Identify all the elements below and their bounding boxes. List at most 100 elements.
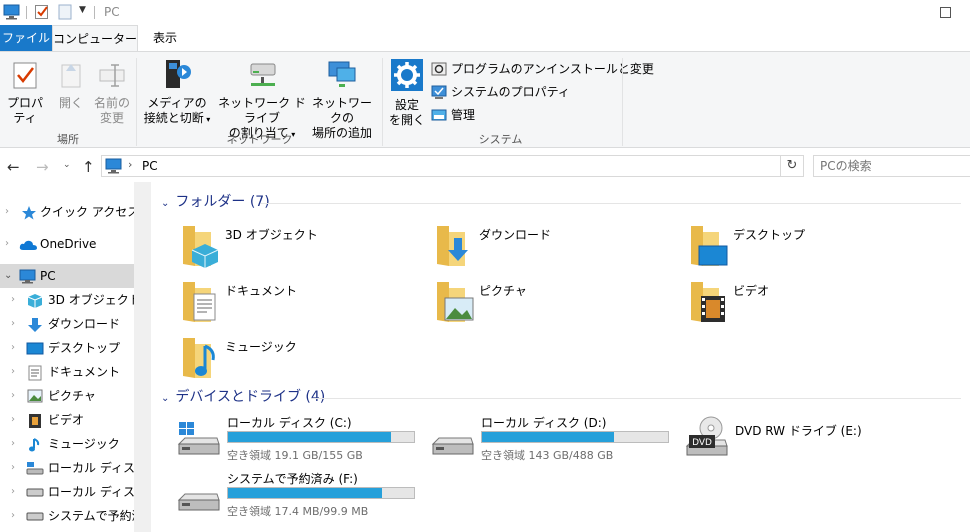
hard-drive-icon (431, 437, 474, 455)
download-arrow-icon (28, 318, 42, 332)
nav-item-local-disk-c[interactable]: › ローカル ディスク (C (0, 456, 134, 480)
nav-item-pictures[interactable]: › ピクチャ (0, 384, 134, 408)
navigation-pane: › クイック アクセス › OneDrive ⌄ PC › 3D オブジェクト … (0, 182, 134, 532)
ribbon: プロパティ 開く 名前の 変更 場所 メディアの 接続と切断 ▾ ネットワーク … (0, 51, 970, 148)
expand-chevron-icon[interactable]: › (11, 432, 15, 456)
expand-chevron-icon[interactable]: › (11, 360, 15, 384)
computer-icon[interactable] (3, 4, 21, 20)
nav-item-pc[interactable]: ⌄ PC (0, 264, 134, 288)
tab-view[interactable]: 表示 (142, 25, 188, 51)
drive-usage-fill (482, 432, 614, 442)
windows-drive-icon (26, 462, 44, 475)
customize-quick-access-icon[interactable]: ▼ (79, 5, 86, 15)
folders-section-header[interactable]: ⌄ フォルダー (7) (161, 192, 270, 212)
properties-button[interactable]: プロパティ (2, 60, 48, 126)
group-location-label: 場所 (57, 133, 79, 146)
uninstall-program-button[interactable]: プログラムのアンインストールと変更 (431, 60, 654, 78)
tab-computer[interactable]: コンピューター (52, 25, 138, 51)
expand-chevron-icon[interactable]: › (11, 336, 15, 360)
up-arrow-icon[interactable]: ↑ (82, 158, 95, 176)
devices-section-header[interactable]: ⌄ デバイスとドライブ (4) (161, 387, 325, 407)
nav-item-videos[interactable]: › ビデオ (0, 408, 134, 432)
nav-item-music[interactable]: › ミュージック (0, 432, 134, 456)
manage-button[interactable]: 管理 (431, 106, 491, 124)
cube-icon (27, 294, 43, 308)
computer-icon (105, 158, 122, 174)
address-path[interactable]: PC (142, 159, 158, 173)
nav-label: ピクチャ (48, 389, 96, 403)
expand-chevron-icon[interactable]: › (11, 288, 15, 312)
nav-label: システムで予約済み (48, 509, 134, 523)
system-properties-button[interactable]: システムのプロパティ (431, 83, 570, 101)
properties-icon (13, 62, 37, 89)
drive-usage-bar (227, 431, 415, 443)
drive-e-dvd[interactable]: DVD DVD RW ドライブ (E:) (685, 414, 935, 464)
open-button[interactable]: 開く (52, 60, 90, 111)
properties-quick-icon[interactable] (34, 4, 50, 20)
expand-chevron-icon[interactable]: › (11, 456, 15, 480)
folder-documents[interactable]: ドキュメント (181, 280, 421, 330)
expand-chevron-icon[interactable]: › (11, 408, 15, 432)
nav-item-system-reserved[interactable]: › システムで予約済み (0, 504, 134, 528)
search-input[interactable] (813, 155, 970, 177)
nav-pane-scrollbar[interactable] (134, 182, 151, 532)
window-title: PC (104, 5, 120, 19)
drive-name: DVD RW ドライブ (E:) (735, 424, 862, 438)
address-bar[interactable]: › PC ↻ (101, 155, 804, 177)
add-network-location-button[interactable]: ネットワークの 場所の追加 (310, 58, 374, 141)
expand-chevron-icon[interactable]: › (11, 504, 15, 528)
nav-item-onedrive[interactable]: › OneDrive (0, 232, 134, 256)
nav-item-downloads[interactable]: › ダウンロード (0, 312, 134, 336)
collapse-chevron-icon[interactable]: ⌄ (4, 264, 12, 288)
nav-label: OneDrive (40, 237, 97, 251)
drive-c[interactable]: ローカル ディスク (C:) 空き領域 19.1 GB/155 GB (177, 414, 427, 464)
refresh-icon[interactable]: ↻ (780, 156, 803, 176)
nav-label: ダウンロード (48, 317, 121, 331)
collapse-chevron-icon[interactable]: ⌄ (161, 393, 169, 404)
rename-button[interactable]: 名前の 変更 (92, 60, 132, 126)
expand-chevron-icon[interactable]: › (5, 200, 9, 224)
media-connect-button[interactable]: メディアの 接続と切断 ▾ (140, 58, 214, 127)
open-settings-button[interactable]: 設定 を開く (388, 58, 426, 128)
rename-icon (99, 64, 125, 87)
expand-chevron-icon[interactable]: › (11, 384, 15, 408)
folder-desktop[interactable]: デスクトップ (689, 224, 929, 274)
new-folder-quick-icon[interactable] (58, 4, 74, 20)
drive-f[interactable]: システムで予約済み (F:) 空き領域 17.4 MB/99.9 MB (177, 470, 427, 520)
music-note-icon (29, 438, 40, 452)
forward-arrow-icon[interactable]: → (36, 158, 49, 176)
recent-locations-chevron-icon[interactable]: ⌄ (63, 160, 71, 170)
back-arrow-icon[interactable]: ← (7, 158, 20, 176)
folder-videos[interactable]: ビデオ (689, 280, 929, 330)
collapse-chevron-icon[interactable]: ⌄ (161, 198, 169, 209)
breadcrumb-chevron-icon[interactable]: › (128, 158, 132, 171)
map-network-drive-button[interactable]: ネットワーク ドライブ の割り当て ▾ (214, 58, 310, 142)
nav-label: ミュージック (48, 437, 120, 451)
expand-chevron-icon[interactable]: › (5, 232, 9, 256)
folder-pictures[interactable]: ピクチャ (435, 280, 675, 330)
maximize-icon[interactable] (940, 7, 951, 18)
ribbon-tabs: ファイル コンピューター 表示 (0, 25, 970, 51)
nav-label: デスクトップ (48, 341, 121, 355)
uninstall-icon (431, 62, 447, 76)
folder-3d-objects[interactable]: 3D オブジェクト (181, 224, 421, 274)
media-label-2: 接続と切断 ▾ (143, 111, 211, 125)
nav-item-documents[interactable]: › ドキュメント (0, 360, 134, 384)
dvd-logo-text: DVD (692, 438, 712, 448)
nav-item-desktop[interactable]: › デスクトップ (0, 336, 134, 360)
folder-music[interactable]: ミュージック (181, 336, 421, 386)
expand-chevron-icon[interactable]: › (11, 312, 15, 336)
title-bar: ▼ PC (0, 0, 970, 25)
drive-usage-bar (481, 431, 669, 443)
nav-item-3d-objects[interactable]: › 3D オブジェクト (0, 288, 134, 312)
nav-item-local-disk-d[interactable]: › ローカル ディスク (D (0, 480, 134, 504)
tab-file[interactable]: ファイル (0, 25, 52, 51)
expand-chevron-icon[interactable]: › (11, 480, 15, 504)
group-network-label: ネットワーク (226, 133, 293, 146)
system-properties-icon (431, 85, 447, 99)
drive-d[interactable]: ローカル ディスク (D:) 空き領域 143 GB/488 GB (431, 414, 681, 464)
navigation-bar: ← → ⌄ ↑ › PC ↻ (0, 150, 970, 182)
folder-downloads[interactable]: ダウンロード (435, 224, 675, 274)
rename-label-2: 変更 (99, 111, 124, 125)
nav-item-quick-access[interactable]: › クイック アクセス (0, 200, 134, 224)
